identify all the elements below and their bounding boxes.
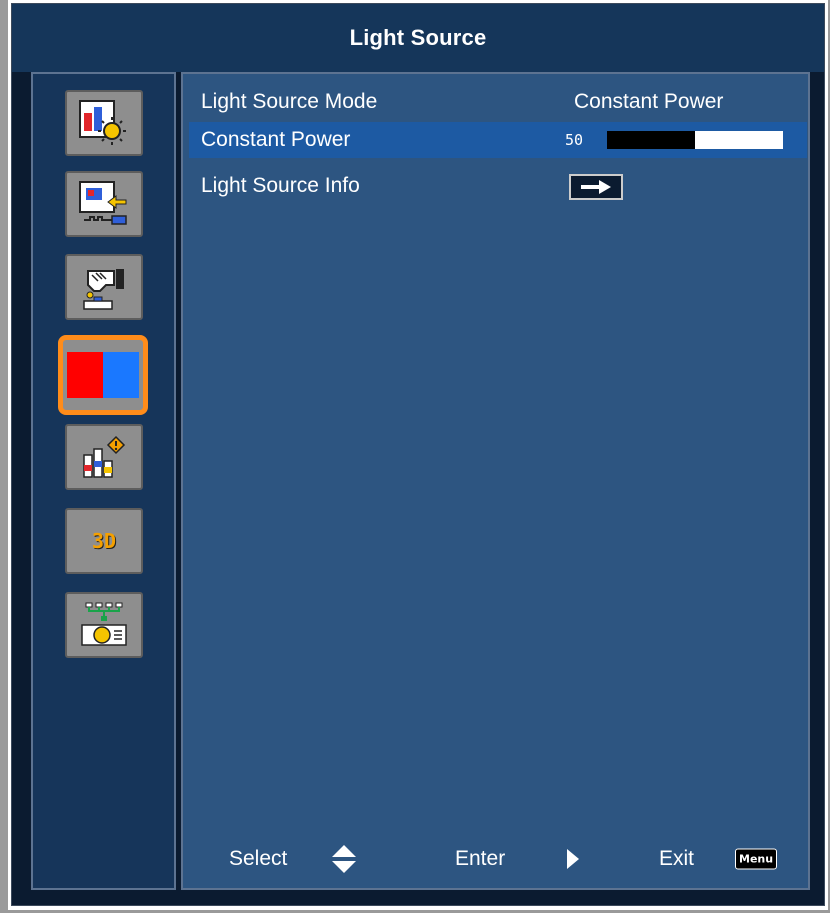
sidebar-item-setup[interactable] — [65, 254, 143, 320]
row-label: Light Source Mode — [201, 90, 378, 113]
key-guide: Select Enter Exit Menu — [183, 839, 808, 879]
enter-arrow-icon — [581, 180, 611, 194]
information-chart-icon — [83, 435, 126, 478]
sidebar-item-network[interactable] — [65, 592, 143, 658]
input-source-icon — [79, 181, 127, 225]
sidebar-item-information[interactable] — [65, 424, 143, 490]
row-value: Constant Power — [574, 90, 724, 113]
sidebar: 3D — [31, 72, 176, 890]
display-settings-icon — [79, 100, 126, 145]
menu-row-constant-power[interactable]: Constant Power 50 — [189, 122, 807, 158]
slider-value: 50 — [565, 131, 584, 149]
sidebar-item-3d[interactable]: 3D — [65, 508, 143, 574]
osd-window: Light Source 3D Light Source Mode Consta… — [11, 3, 825, 906]
menu-row-light-source-info[interactable]: Light Source Info — [189, 168, 807, 204]
power-slider[interactable] — [607, 131, 783, 149]
enter-label: Enter — [455, 847, 506, 870]
page-title: Light Source — [349, 25, 487, 50]
setup-hand-icon — [83, 269, 124, 310]
enter-button[interactable] — [569, 174, 623, 200]
3d-icon: 3D — [91, 529, 117, 553]
up-down-icon — [331, 844, 357, 874]
menu-row-light-source-mode[interactable]: Light Source Mode Constant Power — [189, 84, 807, 120]
settings-panel: Light Source Mode Constant Power Constan… — [181, 72, 810, 890]
slider-fill — [607, 131, 695, 149]
right-arrow-icon — [565, 847, 581, 871]
row-label: Light Source Info — [201, 174, 360, 197]
select-label: Select — [229, 847, 288, 870]
exit-label: Exit — [659, 847, 695, 870]
menu-key-icon: Menu — [735, 848, 778, 870]
sidebar-item-input[interactable] — [65, 171, 143, 237]
sidebar-item-light-source[interactable] — [58, 335, 148, 415]
sidebar-item-display[interactable] — [65, 90, 143, 156]
light-source-color-icon — [67, 352, 139, 398]
network-projector-icon — [81, 602, 127, 646]
title-bar: Light Source — [12, 4, 824, 72]
row-label: Constant Power — [201, 128, 351, 151]
